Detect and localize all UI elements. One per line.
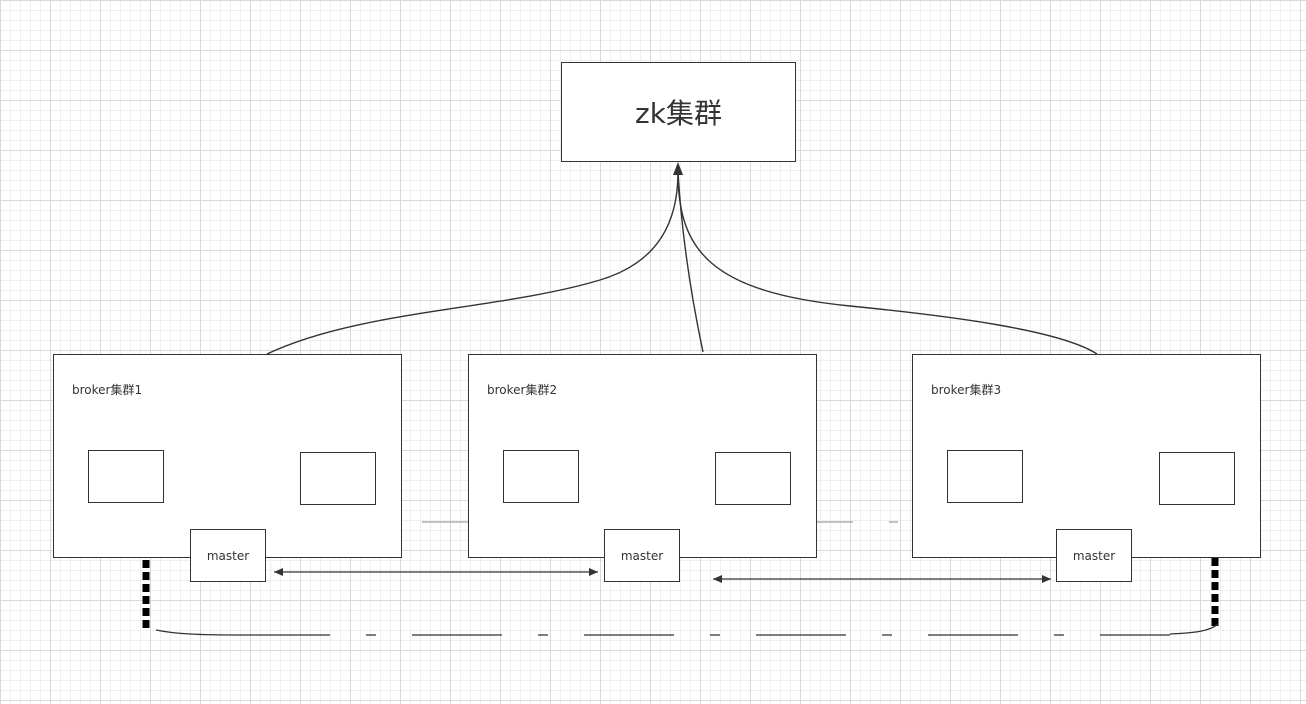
master-node-3: master — [1056, 529, 1132, 582]
broker-cluster-1-label: broker集群1 — [72, 383, 143, 397]
broker-3-node-left — [947, 450, 1023, 503]
broker-1-node-right — [300, 452, 376, 505]
master-node-2: master — [604, 529, 680, 582]
bottom-dash-curve-left — [155, 629, 241, 636]
broker-1-node-left — [88, 450, 164, 503]
master-node-2-label: master — [620, 548, 664, 563]
broker-cluster-3: broker集群3 — [912, 354, 1261, 558]
arrowhead-zk — [673, 162, 683, 175]
broker-cluster-1: broker集群1 — [53, 354, 402, 558]
broker-2-node-right — [715, 452, 791, 505]
broker-cluster-2-label: broker集群2 — [487, 383, 558, 397]
broker-cluster-3-label: broker集群3 — [931, 383, 1002, 397]
master-node-1: master — [190, 529, 266, 582]
broker-3-node-right — [1159, 452, 1235, 505]
zk-cluster-box: zk集群 — [561, 62, 796, 162]
master-node-3-label: master — [1072, 548, 1116, 563]
zk-cluster-label: zk集群 — [635, 97, 722, 130]
curve-broker1-zk — [266, 171, 679, 355]
curve-broker2-zk — [677, 171, 704, 353]
broker-cluster-2: broker集群2 — [468, 354, 817, 558]
curve-broker3-zk — [677, 171, 1098, 355]
diagram-canvas: zk集群 broker集群1 broker集群2 broker集群3 maste… — [0, 0, 1306, 704]
bottom-dash-curve-right — [1169, 623, 1219, 635]
master-node-1-label: master — [206, 548, 250, 563]
broker-2-node-left — [503, 450, 579, 503]
